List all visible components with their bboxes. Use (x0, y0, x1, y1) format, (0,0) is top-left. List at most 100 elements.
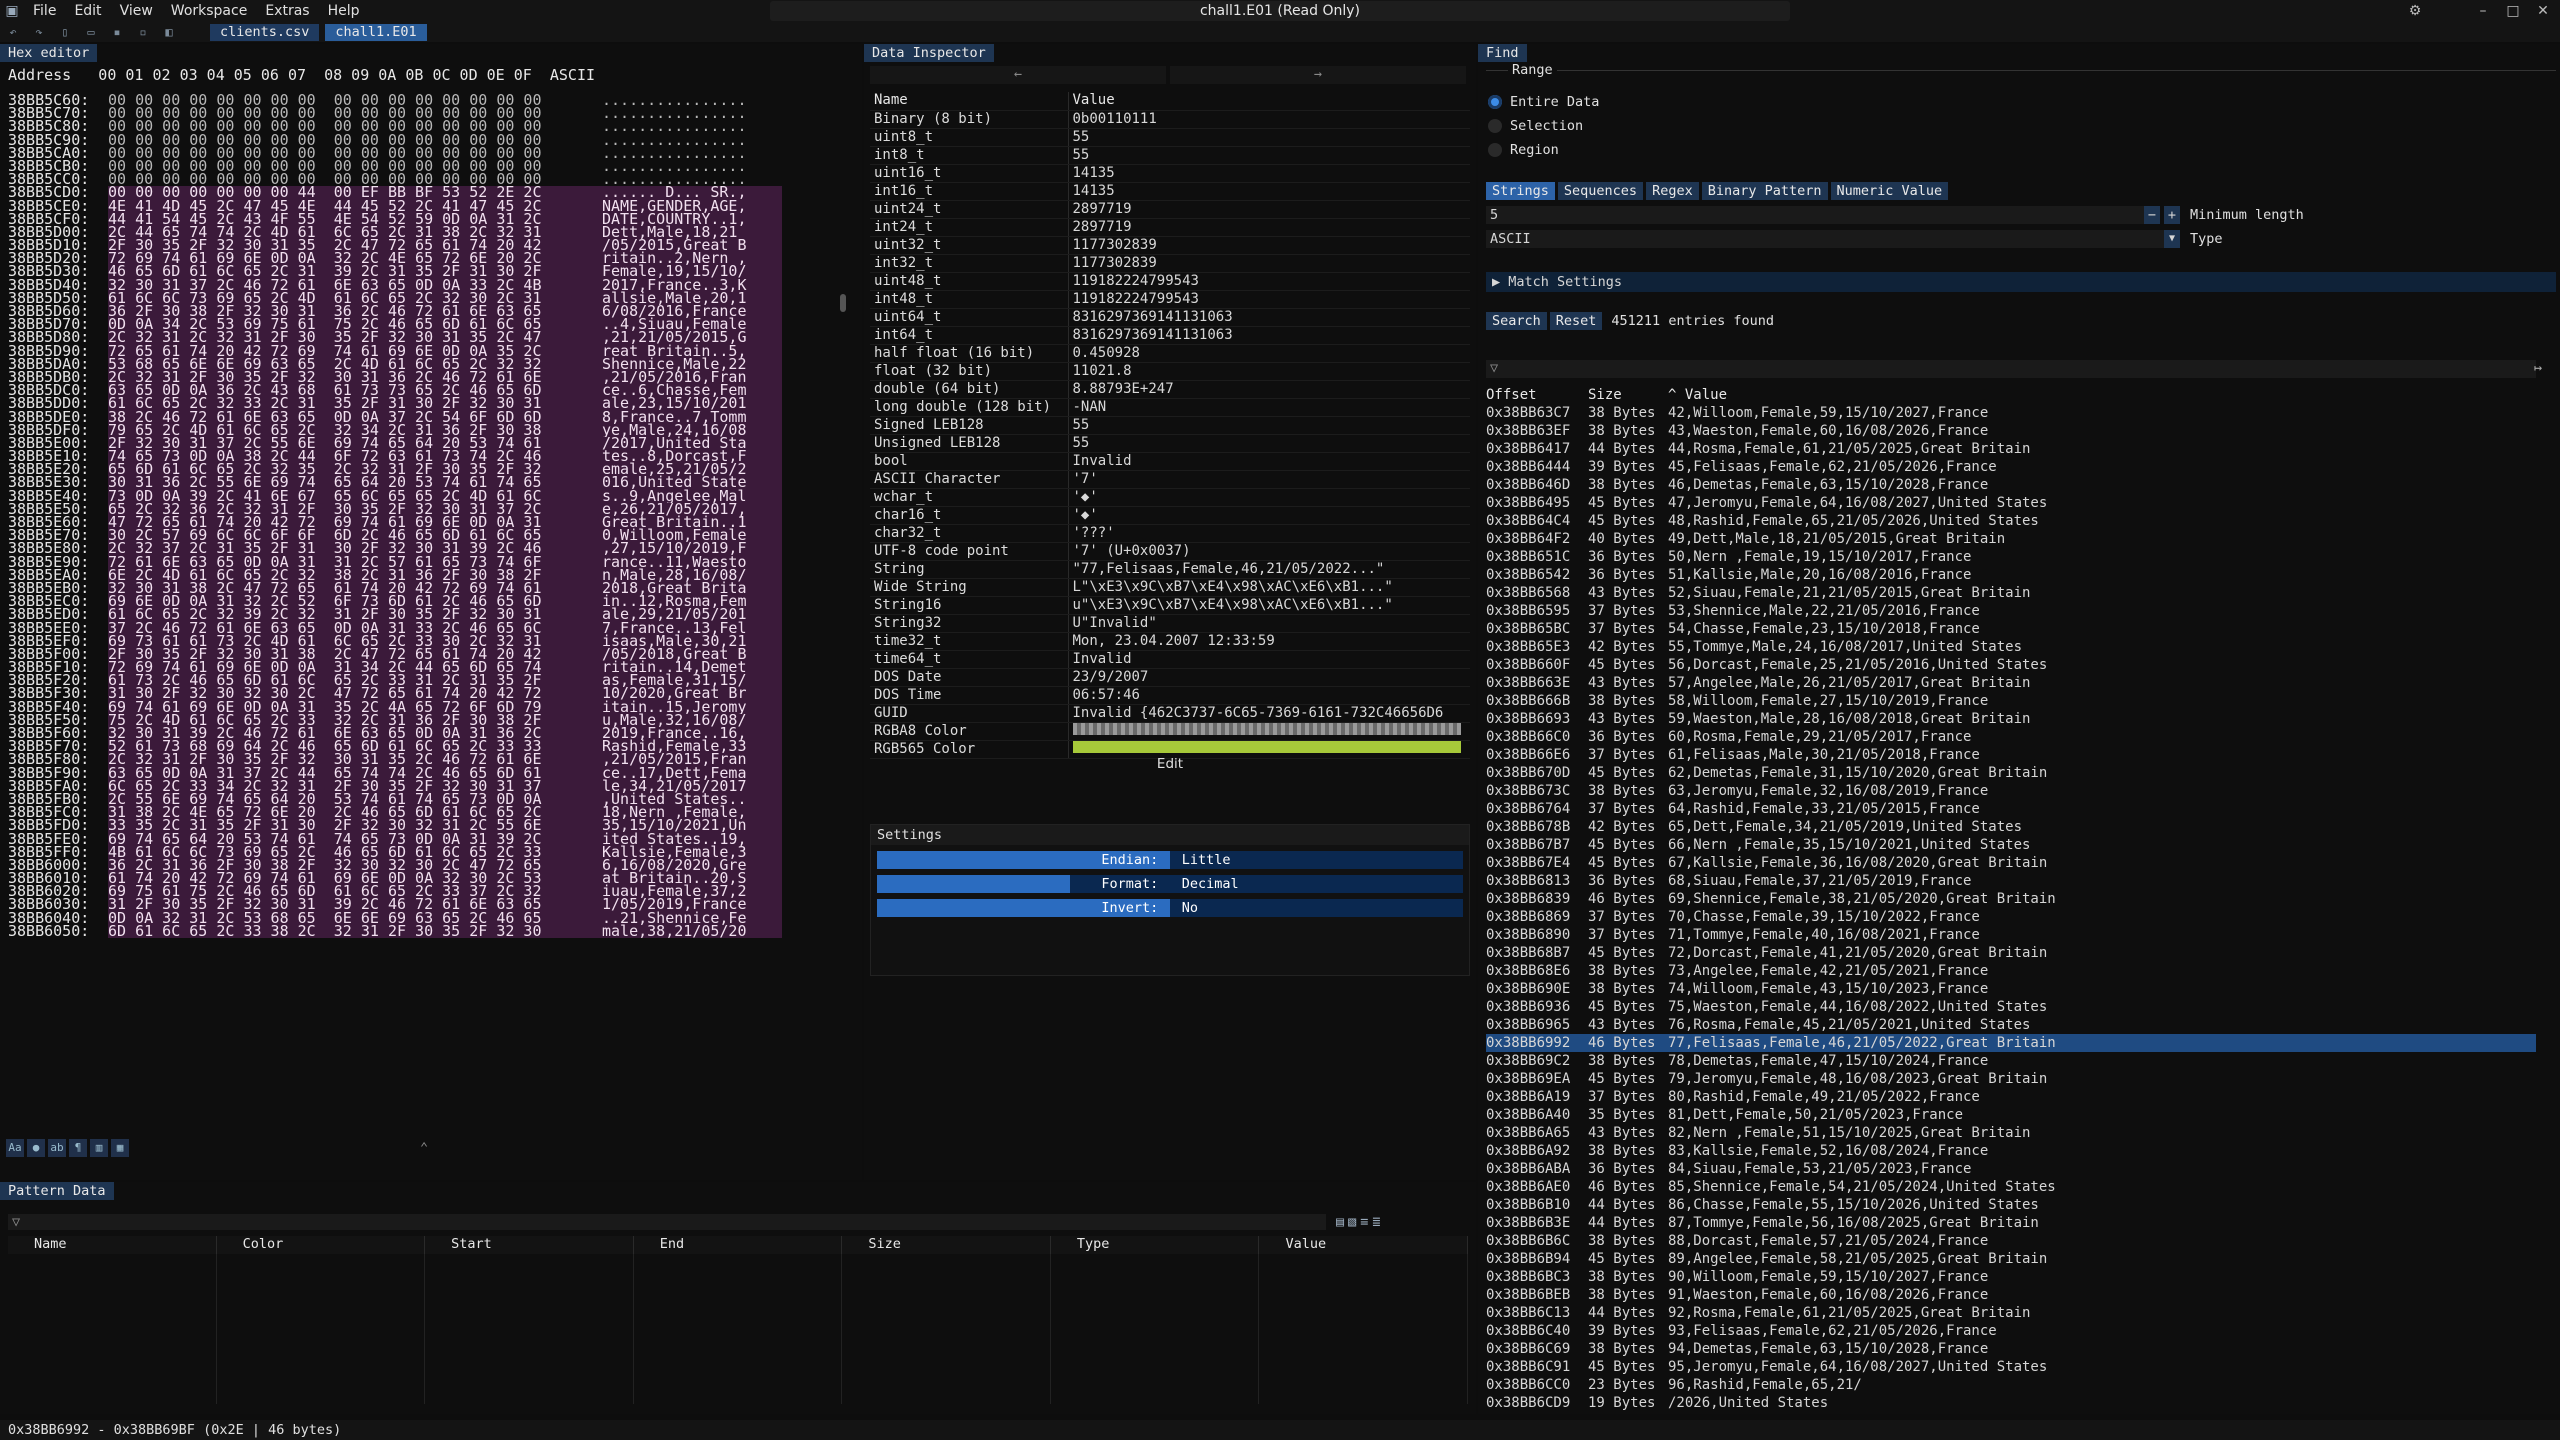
result-row[interactable]: 0x38BB69C2 38 Bytes 78,Demetas,Female,47,1… (1486, 1052, 2536, 1070)
ab-icon[interactable]: ab (48, 1139, 66, 1157)
inspector-value[interactable]: 8316297369141131063 (1068, 326, 1470, 345)
dropdown-arrow-icon[interactable]: ▼ (2164, 230, 2180, 248)
inspector-value[interactable]: 8316297369141131063 (1068, 308, 1470, 327)
result-row[interactable]: 0x38BB678B 42 Bytes 65,Dett,Female,34,21/0… (1486, 818, 2536, 836)
result-row[interactable]: 0x38BB6542 36 Bytes 51,Kallsie,Male,20,16/… (1486, 566, 2536, 584)
result-row[interactable]: 0x38BB663E 43 Bytes 57,Angelee,Male,26,21/… (1486, 674, 2536, 692)
inspector-value[interactable]: L"\xE3\x9C\xB7\xE4\x98\xAC\xE6\xB1..." (1068, 578, 1470, 597)
radio-selection[interactable]: Selection (1488, 118, 1583, 134)
result-row[interactable]: 0x38BB6C91 45 Bytes 95,Jeromyu,Female,64,1… (1486, 1358, 2536, 1376)
inspector-value[interactable]: '???' (1068, 524, 1470, 543)
result-row[interactable]: 0x38BB6992 46 Bytes 77,Felisaas,Female,46,… (1486, 1034, 2536, 1052)
inspector-row[interactable]: int48_t 119182224799543 (870, 290, 1470, 309)
search-button[interactable]: Search (1486, 312, 1547, 330)
inspector-row[interactable]: ASCII Character '7' (870, 470, 1470, 489)
inspector-row[interactable]: DOS Date 23/9/2007 (870, 668, 1470, 687)
tab-numeric-value[interactable]: Numeric Value (1830, 182, 1949, 200)
tab-data-inspector[interactable]: Data Inspector (864, 44, 994, 62)
result-row[interactable]: 0x38BB68B7 45 Bytes 72,Dorcast,Female,41,2… (1486, 944, 2536, 962)
inspector-row[interactable]: uint16_t 14135 (870, 164, 1470, 183)
increment-button[interactable]: + (2164, 206, 2180, 224)
result-row[interactable]: 0x38BB6495 45 Bytes 47,Jeromyu,Female,64,1… (1486, 494, 2536, 512)
inspector-row[interactable]: long double (128 bit) -NAN (870, 398, 1470, 417)
col-name[interactable]: Name (8, 1236, 217, 1254)
inspector-row[interactable]: int8_t 55 (870, 146, 1470, 165)
file-tab-chall1[interactable]: chall1.E01 (325, 23, 427, 41)
result-row[interactable]: 0x38BB65BC 37 Bytes 54,Chasse,Female,23,15… (1486, 620, 2536, 638)
inspector-row[interactable]: Wide String L"\xE3\x9C\xB7\xE4\x98\xAC\xE… (870, 578, 1470, 597)
pattern-filter-input[interactable]: ▽ (8, 1214, 1326, 1230)
edit-button[interactable]: Edit (870, 756, 1470, 776)
settings-slider[interactable]: Endian: Little (877, 851, 1463, 869)
reset-button[interactable]: Reset (1549, 312, 1603, 330)
inspector-row[interactable]: String32 U"Invalid" (870, 614, 1470, 633)
radio-entire-data[interactable]: Entire Data (1488, 94, 1599, 110)
result-row[interactable]: 0x38BB6568 43 Bytes 52,Siuau,Female,21,21/… (1486, 584, 2536, 602)
result-row[interactable]: 0x38BB6BEB 38 Bytes 91,Waeston,Female,60,1… (1486, 1286, 2536, 1304)
minimize-icon[interactable]: – (2468, 0, 2498, 22)
tab-sequences[interactable]: Sequences (1557, 182, 1644, 200)
inspector-value[interactable]: 55 (1068, 416, 1470, 435)
result-row[interactable]: 0x38BB6BC3 38 Bytes 90,Willoom,Female,59,1… (1486, 1268, 2536, 1286)
col-start[interactable]: Start (425, 1236, 634, 1254)
inspector-row[interactable]: uint64_t 8316297369141131063 (870, 308, 1470, 327)
menu-edit[interactable]: Edit (65, 3, 110, 19)
redo-icon[interactable]: ↷ (30, 24, 48, 40)
result-row[interactable]: 0x38BB6B6C 38 Bytes 88,Dorcast,Female,57,2… (1486, 1232, 2536, 1250)
inspector-value[interactable]: Invalid (1068, 650, 1470, 669)
inspector-value[interactable]: 14135 (1068, 182, 1470, 201)
result-row[interactable]: 0x38BB63EF 38 Bytes 43,Waeston,Female,60,1… (1486, 422, 2536, 440)
inspector-row[interactable]: Signed LEB128 55 (870, 416, 1470, 435)
result-row[interactable]: 0x38BB6ABA 36 Bytes 84,Siuau,Female,53,21/… (1486, 1160, 2536, 1178)
hex-scrollbar[interactable] (840, 294, 846, 312)
result-row[interactable]: 0x38BB67B7 45 Bytes 66,Nern ,Female,35,15/… (1486, 836, 2536, 854)
menu-extras[interactable]: Extras (256, 3, 318, 19)
prev-button[interactable]: ← (870, 66, 1166, 84)
ascii-toggle-icon[interactable]: ● (27, 1139, 45, 1157)
chevron-up-icon[interactable]: ⌃ (420, 1140, 428, 1156)
result-row[interactable]: 0x38BB6A92 38 Bytes 83,Kallsie,Female,52,1… (1486, 1142, 2536, 1160)
result-row[interactable]: 0x38BB6A65 43 Bytes 82,Nern ,Female,51,15/… (1486, 1124, 2536, 1142)
col-size[interactable]: Size (842, 1236, 1051, 1254)
save-icon[interactable]: ▪ (108, 24, 126, 40)
result-row[interactable]: 0x38BB6869 37 Bytes 70,Chasse,Female,39,15… (1486, 908, 2536, 926)
inspector-row[interactable]: half float (16 bit) 0.450928 (870, 344, 1470, 363)
inspector-row[interactable]: Unsigned LEB128 55 (870, 434, 1470, 453)
settings-icon[interactable]: ⚙ (2400, 0, 2430, 22)
inspector-row[interactable]: time64_t Invalid (870, 650, 1470, 669)
inspector-value[interactable]: "77,Felisaas,Female,46,21/05/2022..." (1068, 560, 1470, 579)
maximize-icon[interactable]: □ (2498, 0, 2528, 22)
result-row[interactable]: 0x38BB68E6 38 Bytes 73,Angelee,Female,42,2… (1486, 962, 2536, 980)
decrement-button[interactable]: − (2144, 206, 2160, 224)
undo-icon[interactable]: ↶ (4, 24, 22, 40)
inspector-value[interactable]: 1177302839 (1068, 236, 1470, 255)
result-row[interactable]: 0x38BB63C7 38 Bytes 42,Willoom,Female,59,1… (1486, 404, 2536, 422)
inspector-row[interactable]: time32_t Mon, 23.04.2007 12:33:59 (870, 632, 1470, 651)
hex-rows[interactable]: 38BB5C60: 00 00 00 00 00 00 00 00 00 00 0… (8, 92, 782, 938)
result-row[interactable]: 0x38BB660F 45 Bytes 56,Dorcast,Female,25,2… (1486, 656, 2536, 674)
col-value[interactable]: Value (1259, 1236, 1469, 1254)
inspector-row[interactable]: RGBA8 Color (870, 722, 1470, 741)
menu-workspace[interactable]: Workspace (162, 3, 257, 19)
settings-slider[interactable]: Invert: No (877, 899, 1463, 917)
grid-icon[interactable]: ▦ (111, 1139, 129, 1157)
result-row[interactable]: 0x38BB65E3 42 Bytes 55,Tommye,Male,24,16/0… (1486, 638, 2536, 656)
result-row[interactable]: 0x38BB6AE0 46 Bytes 85,Shennice,Female,54,… (1486, 1178, 2536, 1196)
result-row[interactable]: 0x38BB6444 39 Bytes 45,Felisaas,Female,62,… (1486, 458, 2536, 476)
hex-ascii[interactable]: male,38,21/05/20 (602, 923, 782, 938)
inspector-row[interactable]: int64_t 8316297369141131063 (870, 326, 1470, 345)
inspector-row[interactable]: UTF-8 code point '7' (U+0x0037) (870, 542, 1470, 561)
tab-strings[interactable]: Strings (1486, 182, 1555, 200)
collapse-icon[interactable]: ≡ (1360, 1214, 1368, 1230)
inspector-row[interactable]: uint32_t 1177302839 (870, 236, 1470, 255)
result-row[interactable]: 0x38BB6417 44 Bytes 44,Rosma,Female,61,21/… (1486, 440, 2536, 458)
inspector-value[interactable]: Invalid {462C3737-6C65-7369-6161-732C466… (1068, 704, 1470, 723)
inspector-value[interactable]: '◆' (1068, 506, 1470, 525)
inspector-row[interactable]: uint8_t 55 (870, 128, 1470, 147)
tab-find[interactable]: Find (1478, 44, 1527, 62)
inspector-value[interactable]: 1177302839 (1068, 254, 1470, 273)
inspector-row[interactable]: bool Invalid (870, 452, 1470, 471)
match-settings-header[interactable]: ▶ Match Settings (1486, 272, 2556, 292)
inspector-row[interactable]: uint48_t 119182224799543 (870, 272, 1470, 291)
inspector-value[interactable]: 2897719 (1068, 218, 1470, 237)
